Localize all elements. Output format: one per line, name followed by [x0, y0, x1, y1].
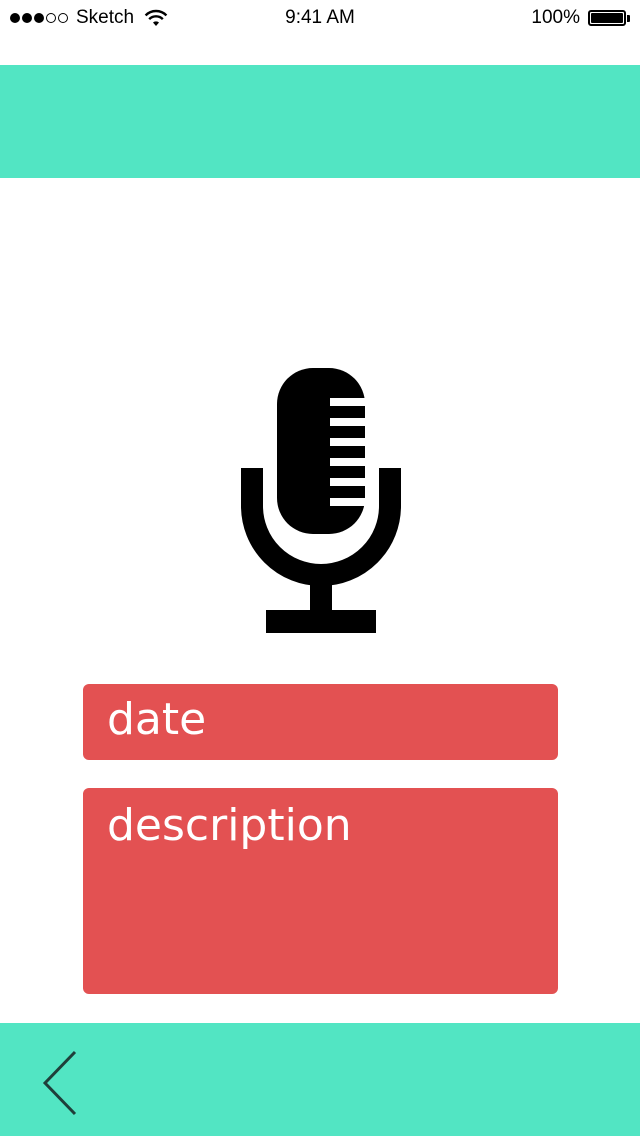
- date-placeholder: date: [107, 694, 207, 745]
- date-field[interactable]: date: [83, 684, 558, 760]
- battery-percent: 100%: [531, 7, 580, 28]
- description-placeholder: description: [107, 800, 352, 851]
- description-field[interactable]: description: [83, 788, 558, 994]
- back-button[interactable]: [30, 1048, 90, 1118]
- top-bar: [0, 65, 640, 178]
- status-right: 100%: [531, 0, 630, 36]
- microphone-icon[interactable]: [240, 366, 402, 634]
- battery-nub: [627, 14, 630, 22]
- battery-icon: [588, 10, 626, 26]
- bottom-bar: [0, 1023, 640, 1136]
- chevron-left-icon: [42, 1050, 77, 1116]
- battery-fill: [591, 13, 623, 23]
- status-bar: Sketch 9:41 AM 100%: [0, 0, 640, 40]
